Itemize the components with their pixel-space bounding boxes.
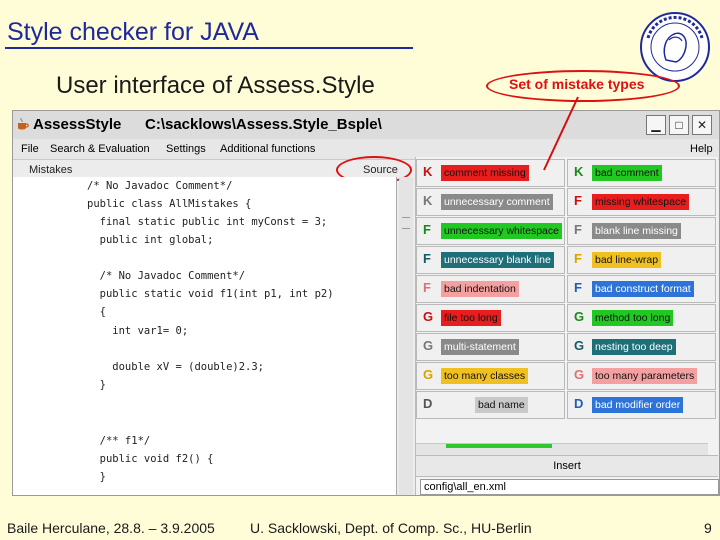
footer-event: Baile Herculane, 28.8. – 3.9.2005 — [7, 520, 215, 536]
footer-author: U. Sacklowski, Dept. of Comp. Sc., HU-Be… — [250, 520, 532, 536]
page-number: 9 — [704, 520, 712, 536]
callout-pointer — [543, 96, 579, 171]
